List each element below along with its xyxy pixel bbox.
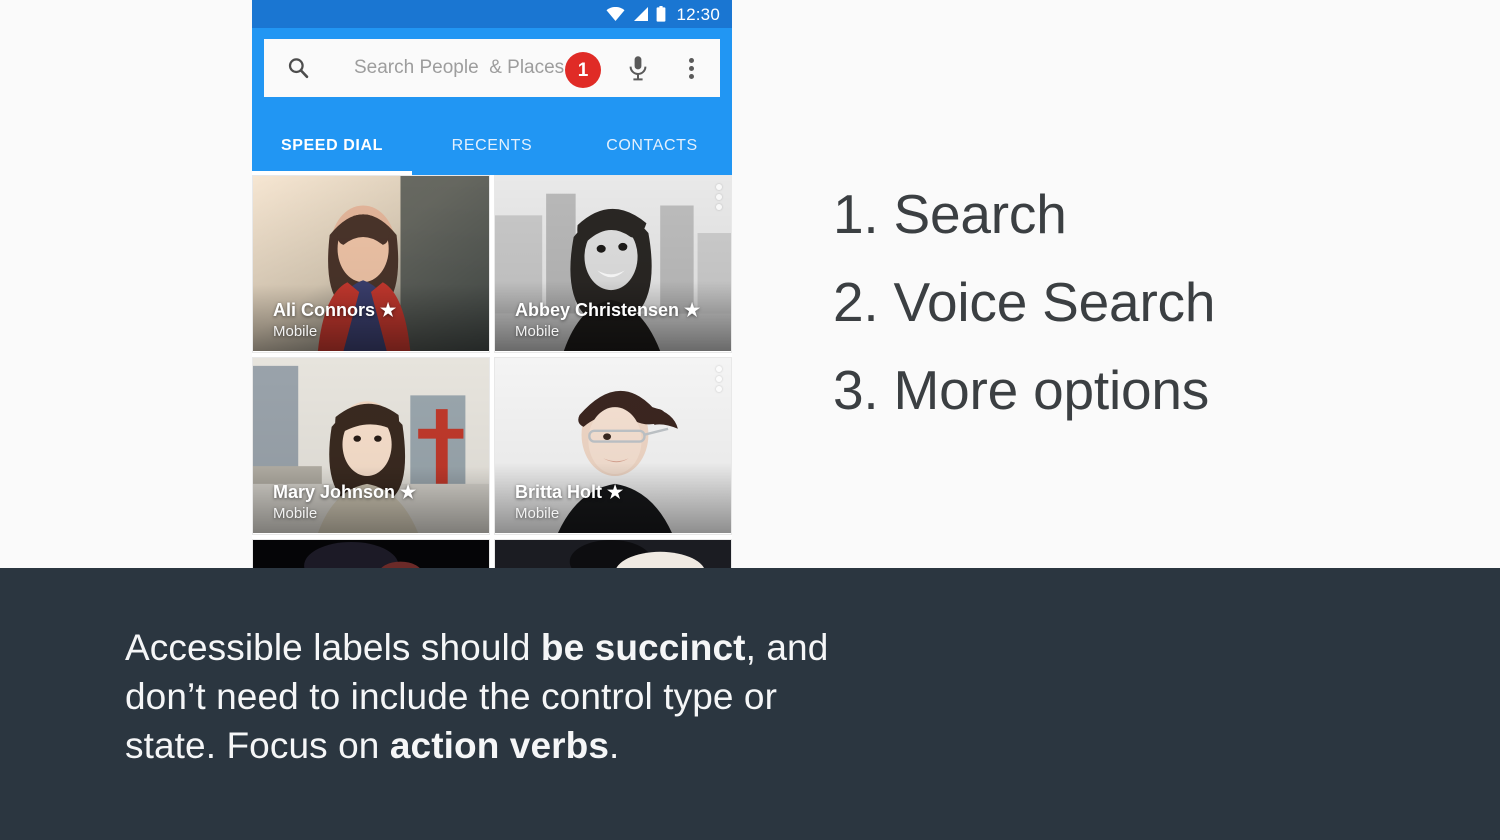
contact-subtitle: Mobile [273, 504, 318, 522]
contact-card[interactable]: Mary Johnson ★ Mobile [252, 357, 490, 535]
more-vert-icon[interactable] [716, 366, 722, 392]
contact-subtitle: Mobile [515, 504, 560, 522]
contact-meta: Mary Johnson ★ Mobile [253, 481, 489, 534]
tab-label: SPEED DIAL [280, 137, 383, 154]
tab-bar: SPEED DIAL RECENTS CONTACTS [252, 117, 732, 175]
search-actions [627, 39, 720, 97]
callout-legend: 1. Search 2. Voice Search 3. More option… [833, 170, 1453, 434]
speed-dial-grid: Ali Connors ★ Mobile Abbey Christensen ★… [252, 175, 732, 568]
contact-name: Abbey Christensen ★ [515, 300, 701, 320]
caption-band: Accessible labels should be succinct, an… [0, 568, 1500, 840]
microphone-icon[interactable] [627, 55, 649, 81]
caption-line1-part1: Accessible labels should [125, 627, 541, 668]
contact-subtitle: Mobile [273, 322, 318, 340]
app-bar: SPEED DIAL RECENTS CONTACTS [252, 28, 732, 175]
caption-emphasis-action-verbs: action verbs [389, 725, 610, 766]
contact-name: Mary Johnson ★ [273, 482, 417, 502]
contact-card[interactable] [252, 539, 490, 568]
caption-line1-part3: , and [745, 627, 829, 668]
more-vert-icon[interactable] [689, 57, 694, 79]
tab-recents[interactable]: RECENTS [412, 117, 572, 175]
contact-photo [253, 540, 489, 568]
callout-badge-1: 1 [565, 52, 601, 88]
tab-label: RECENTS [451, 137, 533, 154]
tab-label: CONTACTS [606, 137, 698, 154]
tab-speed-dial[interactable]: SPEED DIAL [252, 117, 412, 175]
search-bar[interactable] [264, 39, 720, 97]
phone-mockup: 12:30 SP [252, 0, 732, 568]
caption-text: Accessible labels should be succinct, an… [125, 623, 945, 770]
battery-icon [657, 6, 666, 22]
status-bar-clock: 12:30 [676, 4, 720, 24]
contact-subtitle: Mobile [515, 322, 560, 340]
wifi-icon [606, 7, 625, 21]
search-icon[interactable] [286, 56, 310, 80]
contact-card[interactable] [494, 539, 732, 568]
caption-emphasis-succinct: be succinct [540, 627, 746, 668]
caption-line2: don’t need to include the control type o… [125, 676, 778, 717]
status-bar: 12:30 [252, 0, 732, 28]
contact-card[interactable]: Britta Holt ★ Mobile [494, 357, 732, 535]
tab-contacts[interactable]: CONTACTS [572, 117, 732, 175]
callout-legend-item-1: 1. Search [833, 183, 1067, 245]
contact-meta: Britta Holt ★ Mobile [495, 481, 731, 534]
caption-line3-part3: . [609, 725, 620, 766]
caption-line3-part1: state. Focus on [125, 725, 390, 766]
contact-photo [495, 540, 731, 568]
contact-card[interactable]: Ali Connors ★ Mobile [252, 175, 490, 353]
callout-legend-item-3: 3. More options [833, 359, 1210, 421]
contact-name: Ali Connors ★ [273, 300, 397, 320]
callout-legend-item-2: 2. Voice Search [833, 271, 1216, 333]
contact-card[interactable]: Abbey Christensen ★ Mobile [494, 175, 732, 353]
more-vert-icon[interactable] [716, 184, 722, 210]
contact-name: Britta Holt ★ [515, 482, 624, 502]
contact-meta: Ali Connors ★ Mobile [253, 299, 489, 352]
contact-meta: Abbey Christensen ★ Mobile [495, 299, 731, 352]
cell-signal-icon [634, 7, 649, 21]
